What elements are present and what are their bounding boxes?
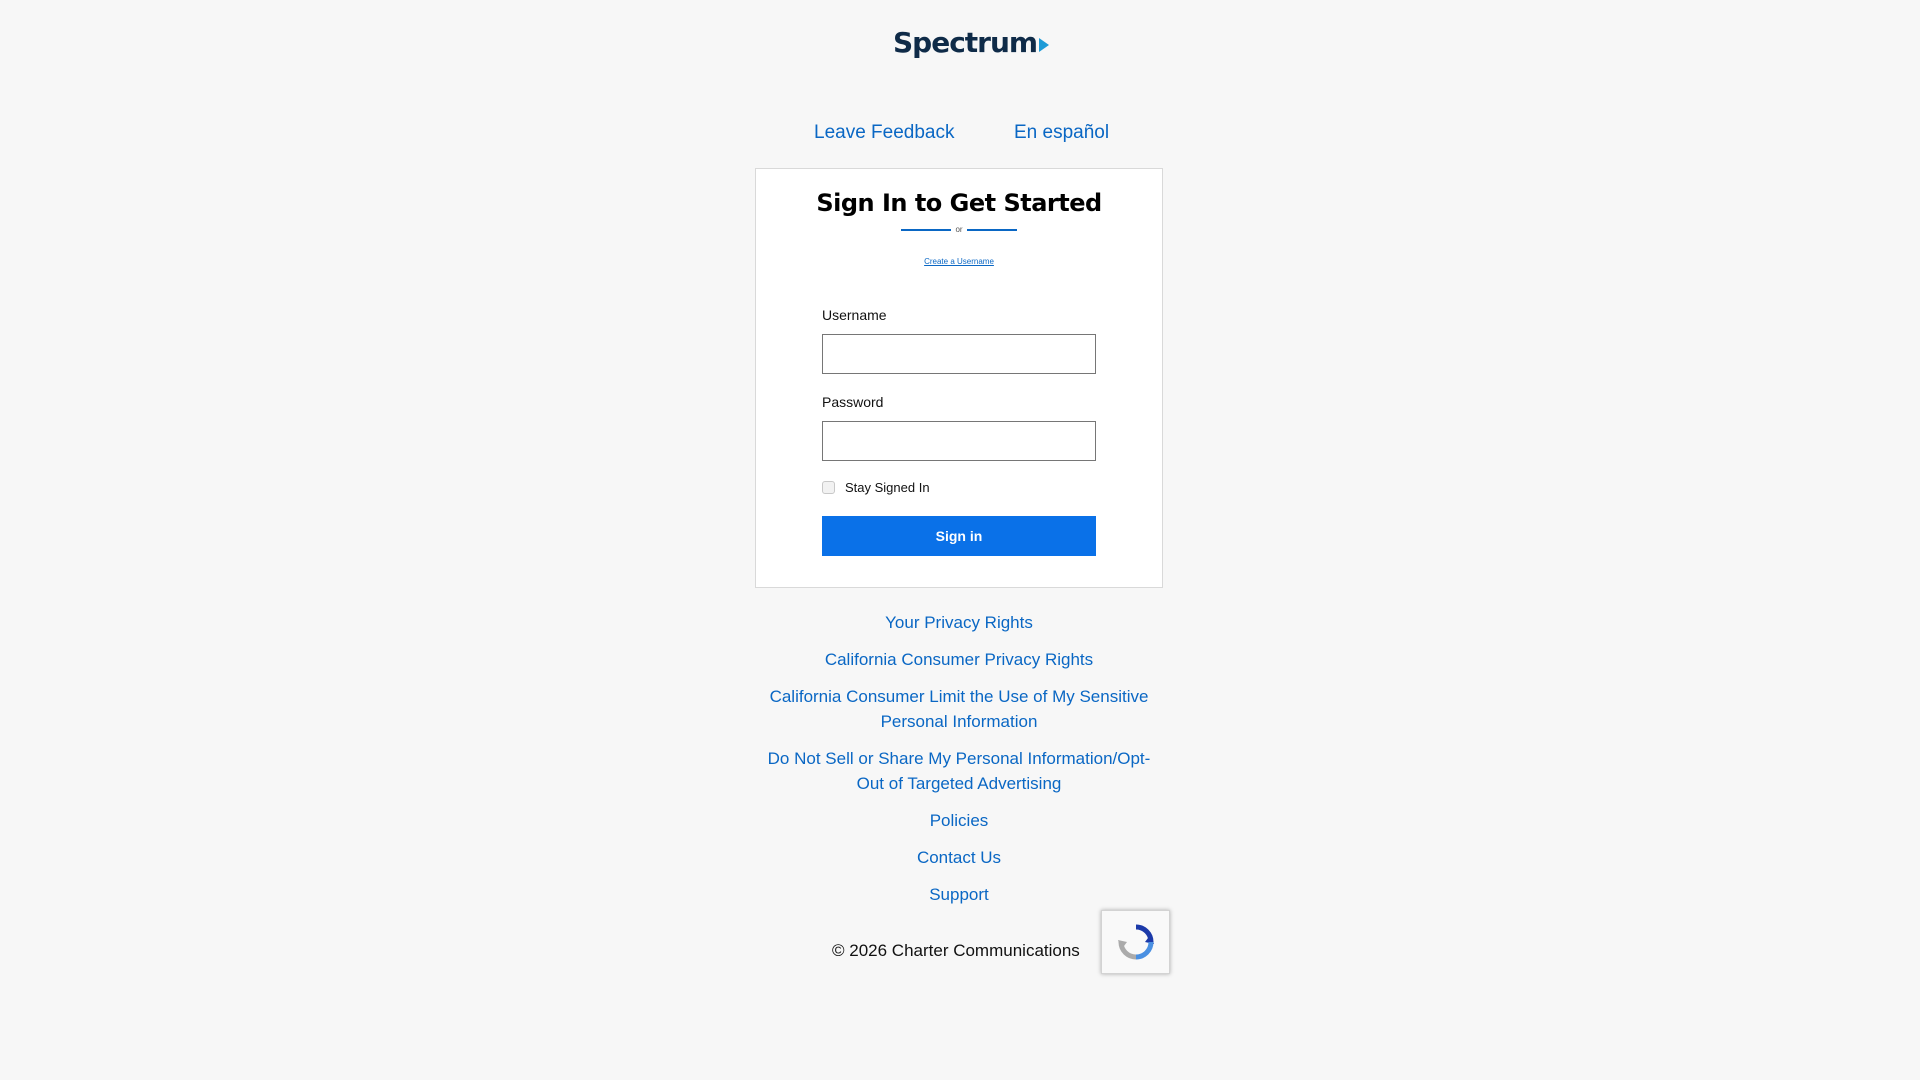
password-input[interactable] — [822, 421, 1096, 461]
password-label: Password — [822, 394, 884, 410]
stay-signed-in-checkbox[interactable] — [822, 481, 835, 494]
footer-link-policies[interactable]: Policies — [755, 808, 1163, 833]
username-input[interactable] — [822, 334, 1096, 374]
divider-or-text: or — [955, 225, 963, 234]
recaptcha-icon — [1117, 924, 1154, 960]
footer-link-do-not-sell[interactable]: Do Not Sell or Share My Personal Informa… — [755, 746, 1163, 796]
create-username-link[interactable]: Create a Username — [756, 257, 1162, 266]
footer-links: Your Privacy Rights California Consumer … — [755, 610, 1163, 919]
or-divider: or — [756, 225, 1162, 234]
sign-in-button[interactable]: Sign in — [822, 516, 1096, 556]
stay-signed-in-label: Stay Signed In — [845, 480, 930, 495]
footer-link-contact-us[interactable]: Contact Us — [755, 845, 1163, 870]
footer-link-limit-sensitive-info[interactable]: California Consumer Limit the Use of My … — [755, 684, 1163, 734]
espanol-link[interactable]: En español — [1014, 122, 1109, 144]
divider-line-right — [966, 228, 1017, 231]
spectrum-logo[interactable]: Spectrum — [893, 24, 1050, 60]
top-links: Leave Feedback En español — [0, 122, 1920, 146]
logo-text: Spectrum — [893, 25, 1038, 59]
footer-link-privacy-rights[interactable]: Your Privacy Rights — [755, 610, 1163, 635]
copyright-text: © 2026 Charter Communications — [832, 941, 1080, 960]
divider-line-left — [901, 228, 952, 231]
footer-link-california-privacy[interactable]: California Consumer Privacy Rights — [755, 647, 1163, 672]
footer-link-support[interactable]: Support — [755, 882, 1163, 907]
logo-arrow-icon — [1039, 38, 1050, 52]
username-label: Username — [822, 307, 887, 323]
signin-title: Sign In to Get Started — [816, 189, 1102, 217]
signin-card: Sign In to Get Started or Create a Usern… — [755, 168, 1163, 588]
stay-signed-in-row[interactable]: Stay Signed In — [822, 480, 930, 495]
leave-feedback-link[interactable]: Leave Feedback — [814, 122, 955, 144]
page: Spectrum Leave Feedback En español Sign … — [0, 0, 1920, 1080]
recaptcha-badge[interactable] — [1101, 910, 1170, 974]
